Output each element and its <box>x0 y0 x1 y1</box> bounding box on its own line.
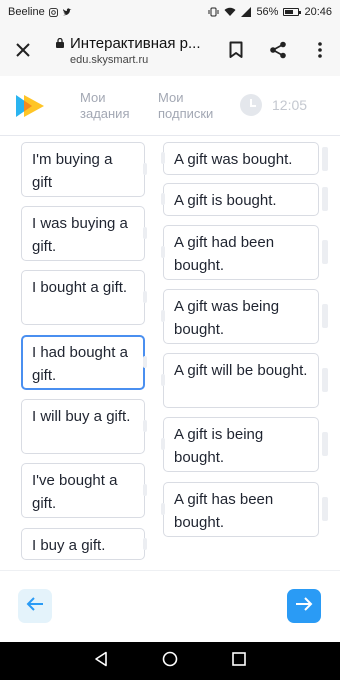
timer-value: 12:05 <box>272 97 308 113</box>
left-card-text: I'm buying a gift <box>32 151 113 191</box>
slot-tab <box>322 432 328 456</box>
right-card[interactable]: A gift was being bought. <box>163 289 319 344</box>
right-card-text: A gift was being bought. <box>174 298 280 338</box>
instagram-icon <box>48 7 58 17</box>
page-title: Интерактивная р... <box>70 35 201 52</box>
nav-my-tasks-line1: Мои <box>80 90 106 105</box>
left-card-text: I buy a gift. <box>32 537 106 554</box>
slot-tab <box>322 497 328 521</box>
left-card[interactable]: I will buy a gift. <box>21 399 145 454</box>
right-card[interactable]: A gift has been bought. <box>163 482 319 537</box>
slot-tab <box>322 147 328 171</box>
address-bar[interactable]: Интерактивная р... edu.skysmart.ru <box>56 35 216 66</box>
left-card[interactable]: I've bought a gift. <box>21 463 145 518</box>
connector-handle[interactable] <box>143 163 147 175</box>
left-card[interactable]: I buy a gift. <box>21 528 145 560</box>
close-icon[interactable] <box>12 39 34 61</box>
right-card-text: A gift will be bought. <box>174 362 308 379</box>
slot-tab <box>322 304 328 328</box>
clock-time: 20:46 <box>304 6 332 18</box>
left-card-text: I had bought a gift. <box>32 344 128 384</box>
connector-handle[interactable] <box>161 152 165 164</box>
connector-handle[interactable] <box>143 484 147 496</box>
right-card[interactable]: A gift will be bought. <box>163 353 319 408</box>
left-card[interactable]: I was buying a gift. <box>21 206 145 261</box>
status-bar: Beeline 56% 20:46 <box>0 0 340 24</box>
skysmart-logo[interactable] <box>14 92 46 120</box>
connector-handle[interactable] <box>161 438 165 450</box>
nav-my-tasks-line2: задания <box>80 106 130 121</box>
connector-handle[interactable] <box>143 420 147 432</box>
carrier-label: Beeline <box>8 6 45 18</box>
lock-icon <box>56 35 64 53</box>
connector-handle[interactable] <box>161 246 165 258</box>
connector-handle[interactable] <box>143 291 147 303</box>
nav-my-subscriptions-line1: Мои <box>158 90 184 105</box>
right-card-text: A gift is being bought. <box>174 426 264 466</box>
battery-percent: 56% <box>256 6 279 18</box>
share-icon[interactable] <box>268 39 288 61</box>
next-button[interactable] <box>287 589 321 623</box>
arrow-right-icon <box>295 596 313 616</box>
twitter-icon <box>62 7 72 17</box>
connector-handle[interactable] <box>161 310 165 322</box>
arrow-left-icon <box>26 596 44 616</box>
right-card[interactable]: A gift had been bought. <box>163 225 319 280</box>
right-card[interactable]: A gift is bought. <box>163 183 319 216</box>
left-card-text: I was buying a gift. <box>32 215 128 255</box>
right-card-text: A gift was bought. <box>174 151 293 168</box>
page-url: edu.skysmart.ru <box>70 53 149 66</box>
right-card-text: A gift had been bought. <box>174 234 275 274</box>
app-header: Мои задания Мои подписки 12:05 <box>0 76 340 136</box>
exercise-footer <box>0 570 340 642</box>
right-card[interactable]: A gift is being bought. <box>163 417 319 472</box>
bookmark-icon[interactable] <box>226 39 246 61</box>
nav-my-subscriptions[interactable]: Мои подписки <box>158 90 213 122</box>
system-recents-icon[interactable] <box>232 651 246 671</box>
left-card[interactable]: I'm buying a gift <box>21 142 145 197</box>
left-card-text: I bought a gift. <box>32 279 128 296</box>
slot-tab <box>322 368 328 392</box>
battery-icon <box>283 8 302 16</box>
connector-handle[interactable] <box>143 538 147 550</box>
system-home-icon[interactable] <box>162 651 178 672</box>
back-button[interactable] <box>18 589 52 623</box>
clock-icon <box>240 94 262 116</box>
connector-handle[interactable] <box>143 227 147 239</box>
browser-toolbar: Интерактивная р... edu.skysmart.ru <box>0 24 340 76</box>
right-card-text: A gift has been bought. <box>174 491 274 531</box>
left-card-selected[interactable]: I had bought a gift. <box>21 335 145 390</box>
left-card[interactable]: I bought a gift. <box>21 270 145 325</box>
left-card-text: I've bought a gift. <box>32 472 118 512</box>
connector-handle[interactable] <box>161 374 165 386</box>
signal-icon <box>241 7 252 17</box>
slot-tab <box>322 187 328 211</box>
left-card-text: I will buy a gift. <box>32 408 131 425</box>
connector-handle[interactable] <box>161 503 165 515</box>
timer: 12:05 <box>240 94 307 116</box>
right-card[interactable]: A gift was bought. <box>163 142 319 175</box>
slot-tab <box>322 240 328 264</box>
system-nav-bar <box>0 642 340 680</box>
system-back-icon[interactable] <box>94 651 108 672</box>
connector-handle[interactable] <box>161 193 165 205</box>
wifi-icon <box>224 7 236 17</box>
vibrate-icon <box>208 7 219 17</box>
connector-handle[interactable] <box>143 356 147 368</box>
nav-my-subscriptions-line2: подписки <box>158 106 214 121</box>
nav-my-tasks[interactable]: Мои задания <box>80 90 130 122</box>
right-card-text: A gift is bought. <box>174 192 277 209</box>
more-icon[interactable] <box>310 39 330 61</box>
matching-exercise: I'm buying a gift I was buying a gift. I… <box>0 137 340 570</box>
